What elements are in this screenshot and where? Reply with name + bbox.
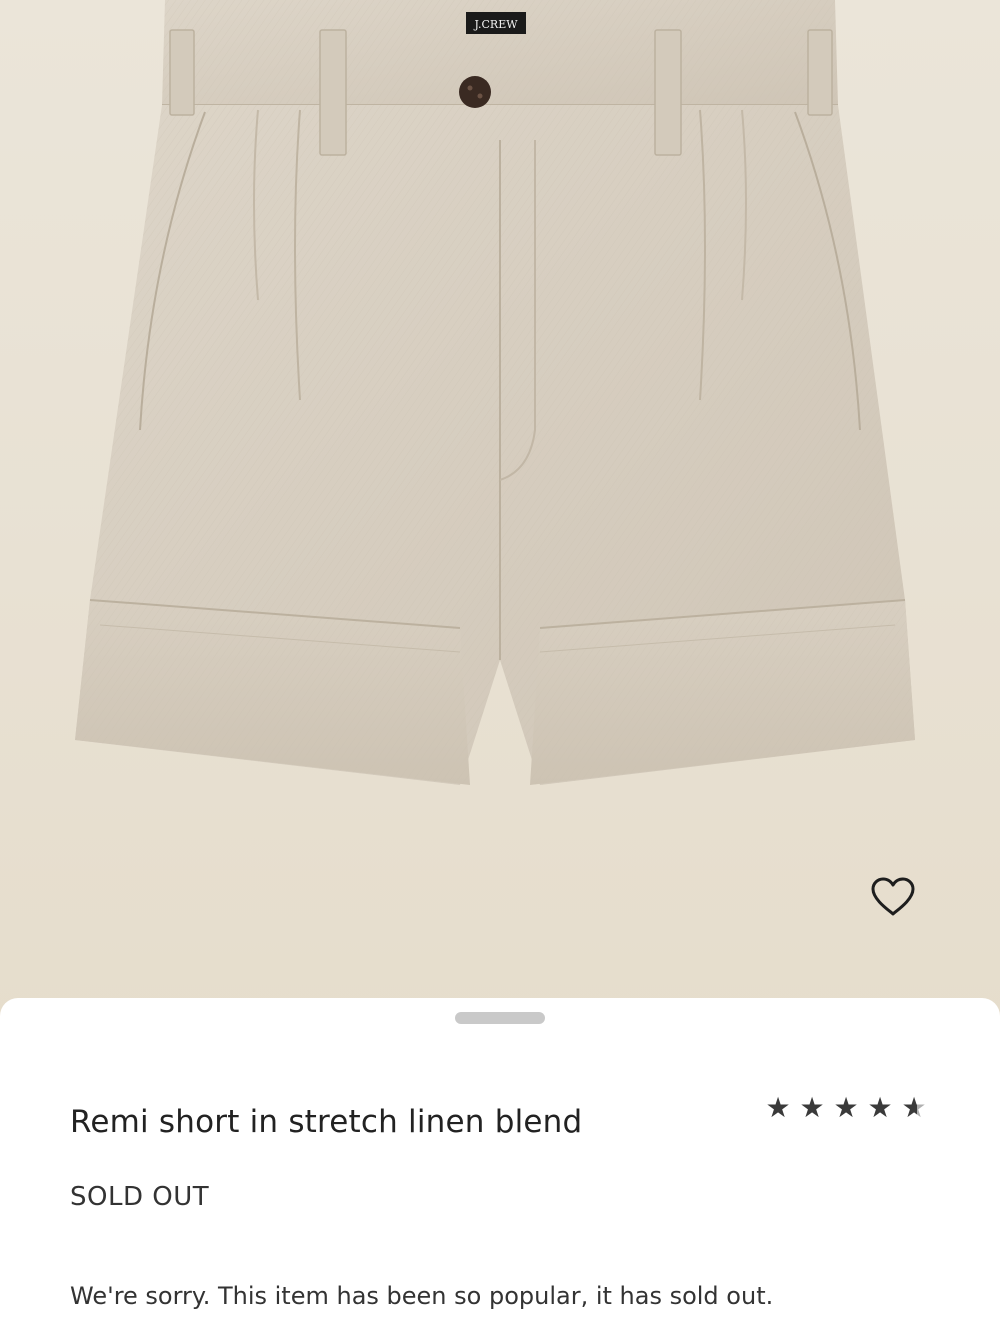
wishlist-button[interactable] (870, 877, 926, 929)
product-detail-screen: J.CREW Remi short in stretch linen blend… (0, 0, 1000, 1333)
sold-out-message: We're sorry. This item has been so popul… (70, 1282, 774, 1310)
product-image[interactable]: J.CREW (0, 0, 1000, 1040)
shorts-illustration: J.CREW (75, 0, 915, 785)
waist-button (459, 76, 491, 108)
sheet-drag-handle[interactable] (455, 1012, 545, 1024)
product-title: Remi short in stretch linen blend (70, 1104, 583, 1140)
star-icon: ★ (799, 1091, 825, 1124)
product-info-sheet[interactable]: Remi short in stretch linen blend ★ ★ ★ … (0, 998, 1000, 1333)
svg-text:J.CREW: J.CREW (473, 18, 518, 31)
star-partial-icon: ★ (901, 1091, 927, 1124)
star-icon: ★ (867, 1091, 893, 1124)
star-icon: ★ (833, 1091, 859, 1124)
star-rating[interactable]: ★ ★ ★ ★ ★ (764, 1094, 928, 1122)
star-icon: ★ (765, 1091, 791, 1124)
availability-status: SOLD OUT (70, 1182, 210, 1212)
heart-outline-icon (871, 877, 915, 916)
